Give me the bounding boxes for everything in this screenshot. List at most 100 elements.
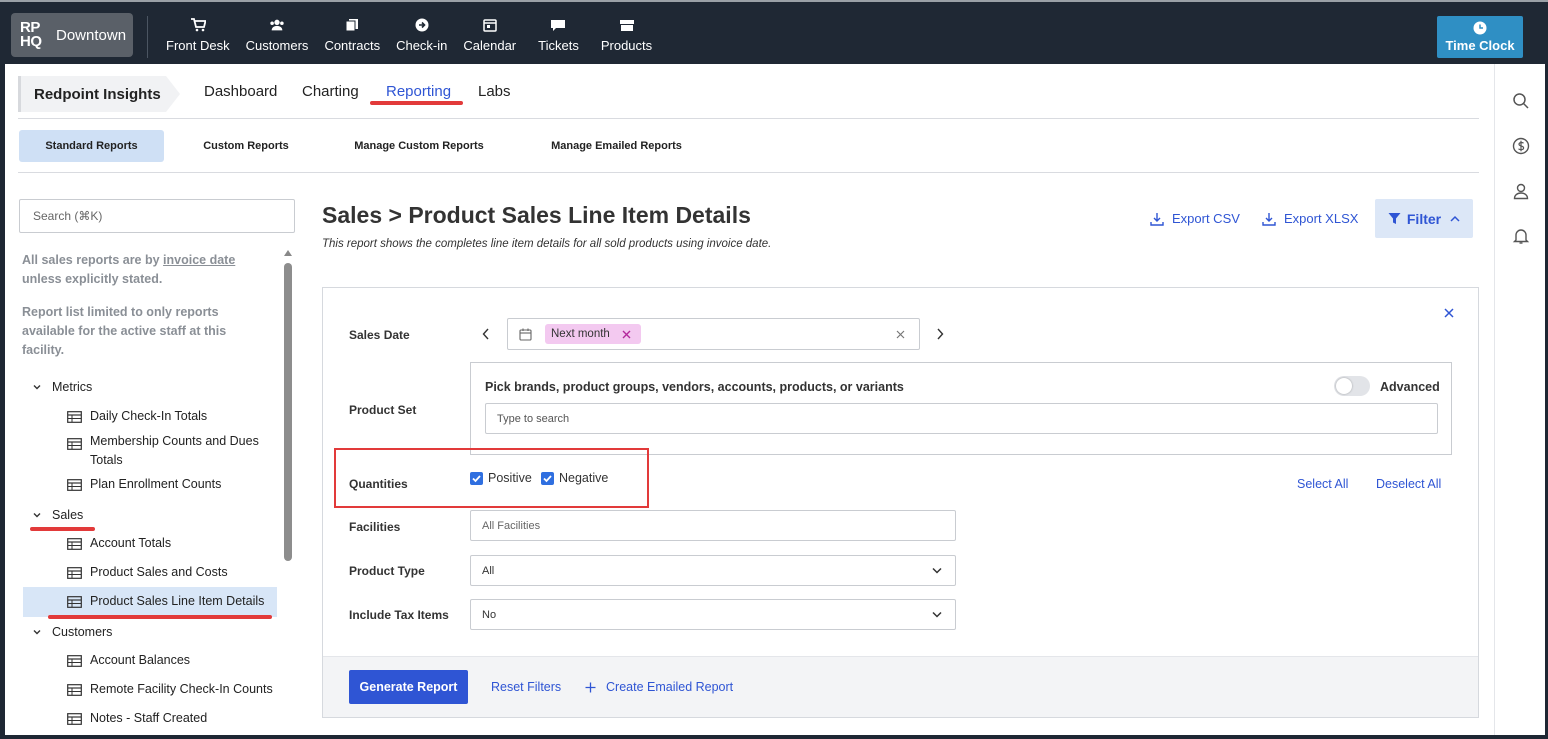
nav-products[interactable]: Products — [595, 18, 658, 53]
invoice-date-link[interactable]: invoice date — [163, 253, 235, 267]
category-customers[interactable]: Customers — [32, 625, 112, 639]
chevron-down-icon — [932, 567, 942, 574]
report-limit-note: Report list limited to only reports avai… — [22, 305, 227, 357]
report-daily-check-in-totals[interactable]: Daily Check-In Totals — [67, 407, 207, 426]
main-nav: Front Desk Customers Contracts Check-in … — [160, 18, 658, 53]
page-description: This report shows the completes line ite… — [322, 238, 772, 250]
sales-date-label: Sales Date — [349, 328, 410, 342]
annotation-underline-line-item — [48, 615, 272, 619]
report-product-sales-line-item-details[interactable]: Product Sales Line Item Details — [67, 592, 264, 611]
search-icon[interactable] — [1512, 92, 1530, 110]
date-range-chip: Next month — [545, 324, 641, 344]
cart-icon — [190, 18, 206, 32]
facilities-label: Facilities — [349, 520, 401, 534]
report-remote-facility-check-in-counts[interactable]: Remote Facility Check-In Counts — [67, 680, 273, 699]
remove-chip-icon[interactable] — [622, 330, 631, 339]
facilities-select[interactable]: All Facilities — [470, 510, 956, 541]
page-title: Sales > Product Sales Line Item Details — [322, 202, 751, 228]
include-tax-label: Include Tax Items — [349, 608, 449, 622]
download-icon — [1150, 212, 1164, 226]
clock-icon — [1473, 21, 1487, 35]
report-account-totals[interactable]: Account Totals — [67, 534, 171, 553]
nav-check-in[interactable]: Check-in — [390, 18, 453, 53]
subtab-standard-reports[interactable]: Standard Reports — [19, 130, 164, 162]
generate-report-button[interactable]: Generate Report — [349, 670, 468, 704]
annotation-underline-reporting — [370, 101, 463, 105]
filter-toggle-button[interactable]: Filter — [1375, 199, 1473, 238]
select-all-link[interactable]: Select All — [1297, 477, 1348, 491]
chevron-down-icon — [33, 513, 41, 518]
tab-labs[interactable]: Labs — [478, 83, 511, 100]
content-frame: Redpoint Insights Dashboard Charting Rep… — [5, 64, 1545, 735]
advanced-toggle[interactable] — [1334, 376, 1370, 396]
tab-charting[interactable]: Charting — [302, 83, 359, 100]
scroll-up-arrow-icon[interactable] — [284, 250, 292, 256]
report-plan-enrollment-counts[interactable]: Plan Enrollment Counts — [67, 475, 221, 494]
contracts-icon — [345, 19, 359, 32]
chevron-down-icon — [33, 630, 41, 635]
bell-icon[interactable] — [1512, 227, 1530, 245]
create-emailed-report-button[interactable]: Create Emailed Report — [585, 680, 733, 694]
chevron-down-icon — [33, 385, 41, 390]
plus-icon — [585, 682, 596, 692]
product-set-search-input[interactable]: Type to search — [485, 403, 1438, 434]
dollar-circle-icon[interactable] — [1512, 137, 1530, 155]
time-clock-button[interactable]: Time Clock — [1437, 16, 1523, 58]
include-tax-select[interactable]: No — [470, 599, 956, 630]
nav-customers[interactable]: Customers — [240, 18, 315, 53]
nav-calendar[interactable]: Calendar — [457, 18, 522, 53]
sales-date-field[interactable]: Next month — [507, 318, 920, 350]
subtab-manage-custom-reports[interactable]: Manage Custom Reports — [339, 130, 499, 162]
report-membership-counts[interactable]: Membership Counts and Dues Totals — [67, 432, 277, 470]
table-icon — [67, 655, 82, 667]
product-set-heading: Pick brands, product groups, vendors, ac… — [485, 380, 904, 394]
annotation-underline-sales — [30, 527, 95, 531]
nav-contracts[interactable]: Contracts — [318, 18, 386, 53]
funnel-icon — [1388, 213, 1401, 224]
report-product-sales-and-costs[interactable]: Product Sales and Costs — [67, 563, 228, 582]
report-search-input[interactable]: Search (⌘K) — [19, 199, 295, 233]
toggle-knob — [1336, 378, 1352, 394]
close-icon[interactable] — [1443, 307, 1455, 319]
table-icon — [67, 684, 82, 696]
table-icon — [67, 538, 82, 550]
tab-reporting[interactable]: Reporting — [386, 83, 451, 100]
section-arrow — [166, 76, 180, 112]
clear-icon[interactable] — [896, 330, 905, 339]
sidebar-scrollbar[interactable] — [284, 250, 292, 735]
nav-front-desk[interactable]: Front Desk — [160, 18, 236, 53]
chevron-left-icon[interactable] — [482, 328, 490, 340]
chevron-right-icon[interactable] — [936, 328, 944, 340]
arrow-circle-icon — [415, 18, 429, 32]
facility-switcher[interactable]: RP HQ Downtown — [11, 13, 133, 57]
user-icon[interactable] — [1512, 182, 1530, 200]
report-account-balances[interactable]: Account Balances — [67, 651, 190, 670]
nav-tickets[interactable]: Tickets — [532, 18, 585, 53]
export-csv-button[interactable]: Export CSV — [1150, 211, 1240, 226]
category-metrics[interactable]: Metrics — [32, 380, 92, 394]
tab-divider — [18, 118, 1479, 119]
product-type-select[interactable]: All — [470, 555, 956, 586]
calendar-icon — [519, 328, 532, 341]
facility-name: Downtown — [56, 26, 127, 44]
advanced-label: Advanced — [1380, 380, 1440, 394]
category-sales[interactable]: Sales — [32, 508, 83, 522]
reset-filters-button[interactable]: Reset Filters — [491, 680, 561, 694]
annotation-box-quantities — [334, 448, 649, 508]
subtab-custom-reports[interactable]: Custom Reports — [185, 130, 307, 162]
export-xlsx-button[interactable]: Export XLSX — [1262, 211, 1358, 226]
deselect-all-link[interactable]: Deselect All — [1376, 477, 1441, 491]
top-navigation: RP HQ Downtown Front Desk Customers Cont… — [0, 0, 1548, 64]
report-notes-staff-created[interactable]: Notes - Staff Created — [67, 709, 207, 728]
rphq-logo: RP HQ — [20, 19, 42, 50]
right-rail — [1494, 64, 1545, 735]
tab-dashboard[interactable]: Dashboard — [204, 83, 277, 100]
subtab-manage-emailed-reports[interactable]: Manage Emailed Reports — [535, 130, 698, 162]
section-label: Redpoint Insights — [18, 76, 166, 112]
table-icon — [67, 411, 82, 423]
scroll-thumb[interactable] — [284, 263, 292, 561]
product-set-label: Product Set — [349, 403, 417, 417]
chevron-up-icon — [1450, 215, 1460, 222]
table-icon — [67, 438, 82, 450]
invoice-date-note: All sales reports are by invoice date un… — [22, 253, 236, 286]
